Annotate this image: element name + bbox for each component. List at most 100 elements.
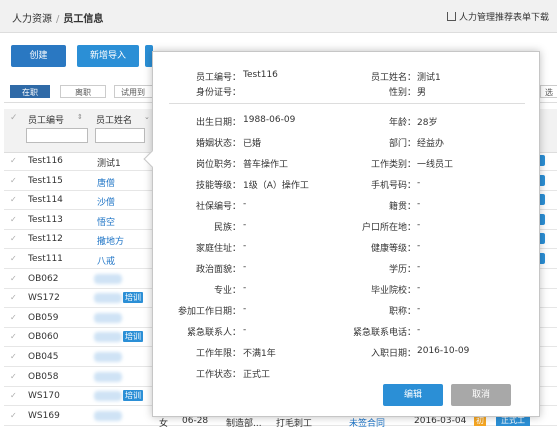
cell-contract-link[interactable]: 未签合同 — [349, 416, 385, 429]
field-label: 健康等级： — [370, 244, 416, 254]
field-value: - — [417, 241, 421, 251]
cell-date: 06-28 — [182, 416, 209, 426]
field-value: - — [243, 283, 247, 293]
field-value: - — [243, 304, 247, 314]
field-value: 测试1 — [417, 73, 441, 83]
employee-detail-popup: 员工编号： Test116 员工姓名： 测试1 身份证号： 性别：男出生日期： 1988-0… — [143, 51, 540, 417]
breadcrumb-root[interactable]: 人力资源 — [12, 14, 52, 25]
field-value: - — [243, 241, 247, 251]
field-label: 家庭住址： — [195, 244, 241, 254]
field-value: - — [243, 325, 247, 335]
row-check-icon[interactable]: ✓ — [10, 156, 17, 165]
field-label: 员工编号： — [195, 73, 241, 83]
row-check-icon[interactable]: ✓ — [10, 352, 17, 361]
cell-employee-id: OB059 — [28, 312, 59, 323]
filter-active[interactable]: 在职 — [10, 85, 50, 98]
field-label: 年龄： — [388, 118, 416, 128]
field-value: - — [417, 262, 421, 272]
field-label: 员工姓名： — [370, 73, 416, 83]
field-value: - — [417, 199, 421, 209]
dropdown-icon[interactable]: ⌄ — [144, 113, 150, 121]
batch-import-button[interactable]: 新增导入 — [77, 45, 139, 67]
cancel-button[interactable]: 取消 — [451, 384, 511, 406]
row-check-icon[interactable]: ✓ — [10, 372, 17, 381]
field-value: Test116 — [243, 70, 278, 80]
cell-employee-name[interactable]: 撒地方 — [97, 234, 124, 247]
breadcrumb: 人力资源 / 员工信息 — [12, 10, 103, 25]
row-check-icon[interactable]: ✓ — [10, 254, 17, 263]
field-label: 政治面貌： — [195, 265, 241, 275]
row-check-icon[interactable]: ✓ — [10, 293, 17, 302]
cell-employee-id: OB060 — [28, 332, 59, 343]
cell-employee-name[interactable]: 八戒 — [97, 254, 115, 267]
cell-employee-id: Test115 — [28, 175, 63, 186]
cell-employee-name-redacted — [94, 371, 122, 382]
field-value: - — [417, 325, 421, 335]
field-value: 1988-06-09 — [243, 115, 296, 125]
cell-employee-id: Test114 — [28, 195, 63, 206]
row-check-icon[interactable]: ✓ — [10, 234, 17, 243]
field-label: 身份证号： — [195, 88, 241, 98]
field-label: 出生日期： — [195, 118, 241, 128]
field-value: - — [417, 178, 421, 188]
create-button[interactable]: 创建 — [11, 45, 66, 67]
download-icon — [446, 12, 456, 21]
cell-employee-name[interactable]: 测试1 — [97, 156, 121, 169]
row-check-icon[interactable]: ✓ — [10, 176, 17, 185]
field-label: 社保编号： — [195, 202, 241, 212]
field-value: 男 — [417, 88, 427, 98]
edit-button[interactable]: 编辑 — [383, 384, 443, 406]
select-all-check-icon[interactable]: ✓ — [10, 113, 18, 123]
field-label: 户口所在地： — [361, 223, 416, 233]
field-label: 籍贯： — [388, 202, 416, 212]
field-value: 2016-10-09 — [417, 346, 470, 356]
filter-input-id[interactable] — [26, 128, 88, 143]
row-check-icon[interactable]: ✓ — [10, 274, 17, 283]
training-badge: 培训 — [123, 390, 143, 402]
field-value: 不满1年 — [243, 349, 276, 359]
filter-probation[interactable]: 试用到期 — [114, 85, 152, 98]
cell-employee-name[interactable]: 沙僧 — [97, 195, 115, 208]
breadcrumb-separator: / — [56, 14, 60, 25]
field-value: 已婚 — [243, 139, 262, 149]
field-label: 工作年限： — [195, 349, 241, 359]
field-value: - — [243, 220, 247, 230]
download-link[interactable]: 人力管理推荐表单下载 — [446, 10, 549, 23]
field-value: - — [243, 199, 247, 209]
training-badge: 培训 — [123, 331, 143, 343]
sort-icon[interactable]: ⇕ — [77, 113, 83, 121]
cell-employee-name[interactable]: 悟空 — [97, 215, 115, 228]
table-row-partial: 女 06-28 制造部... 打毛刺工 未签合同 2016-03-04 初 正式… — [4, 414, 557, 441]
row-check-icon[interactable]: ✓ — [10, 313, 17, 322]
cell-employee-name-redacted — [94, 312, 122, 323]
cell-employee-id: Test113 — [28, 214, 63, 225]
cell-employee-name-redacted — [94, 293, 122, 304]
field-label: 部门： — [388, 139, 416, 149]
filter-extra[interactable]: 选 — [540, 85, 557, 98]
field-label: 专业： — [213, 286, 241, 296]
row-check-icon[interactable]: ✓ — [10, 391, 17, 400]
field-value: - — [417, 283, 421, 293]
field-label: 毕业院校： — [370, 286, 416, 296]
header-employee-id[interactable]: 员工编号 — [28, 113, 64, 126]
row-check-icon[interactable]: ✓ — [10, 332, 17, 341]
cell-employee-name[interactable]: 唐僧 — [97, 176, 115, 189]
field-label: 职称： — [388, 307, 416, 317]
row-check-icon[interactable]: ✓ — [10, 195, 17, 204]
filter-input-name[interactable] — [95, 128, 145, 143]
popup-divider — [169, 103, 525, 104]
filter-inactive[interactable]: 离职 — [60, 85, 106, 98]
field-value: 28岁 — [417, 118, 438, 128]
field-label: 工作状态： — [195, 370, 241, 380]
field-value: 经益办 — [417, 139, 445, 149]
top-bar: 人力资源 / 员工信息 人力管理推荐表单下载 — [0, 0, 557, 33]
field-label: 岗位职务： — [195, 160, 241, 170]
cell-gender: 女 — [159, 419, 169, 429]
field-label: 技能等级： — [195, 181, 241, 191]
cell-employee-id: WS172 — [28, 293, 60, 304]
download-label: 人力管理推荐表单下载 — [458, 13, 549, 23]
header-employee-name[interactable]: 员工姓名 — [96, 113, 132, 126]
row-check-icon[interactable]: ✓ — [10, 215, 17, 224]
breadcrumb-current: 员工信息 — [63, 14, 104, 25]
field-value: 一线员工 — [417, 160, 454, 170]
